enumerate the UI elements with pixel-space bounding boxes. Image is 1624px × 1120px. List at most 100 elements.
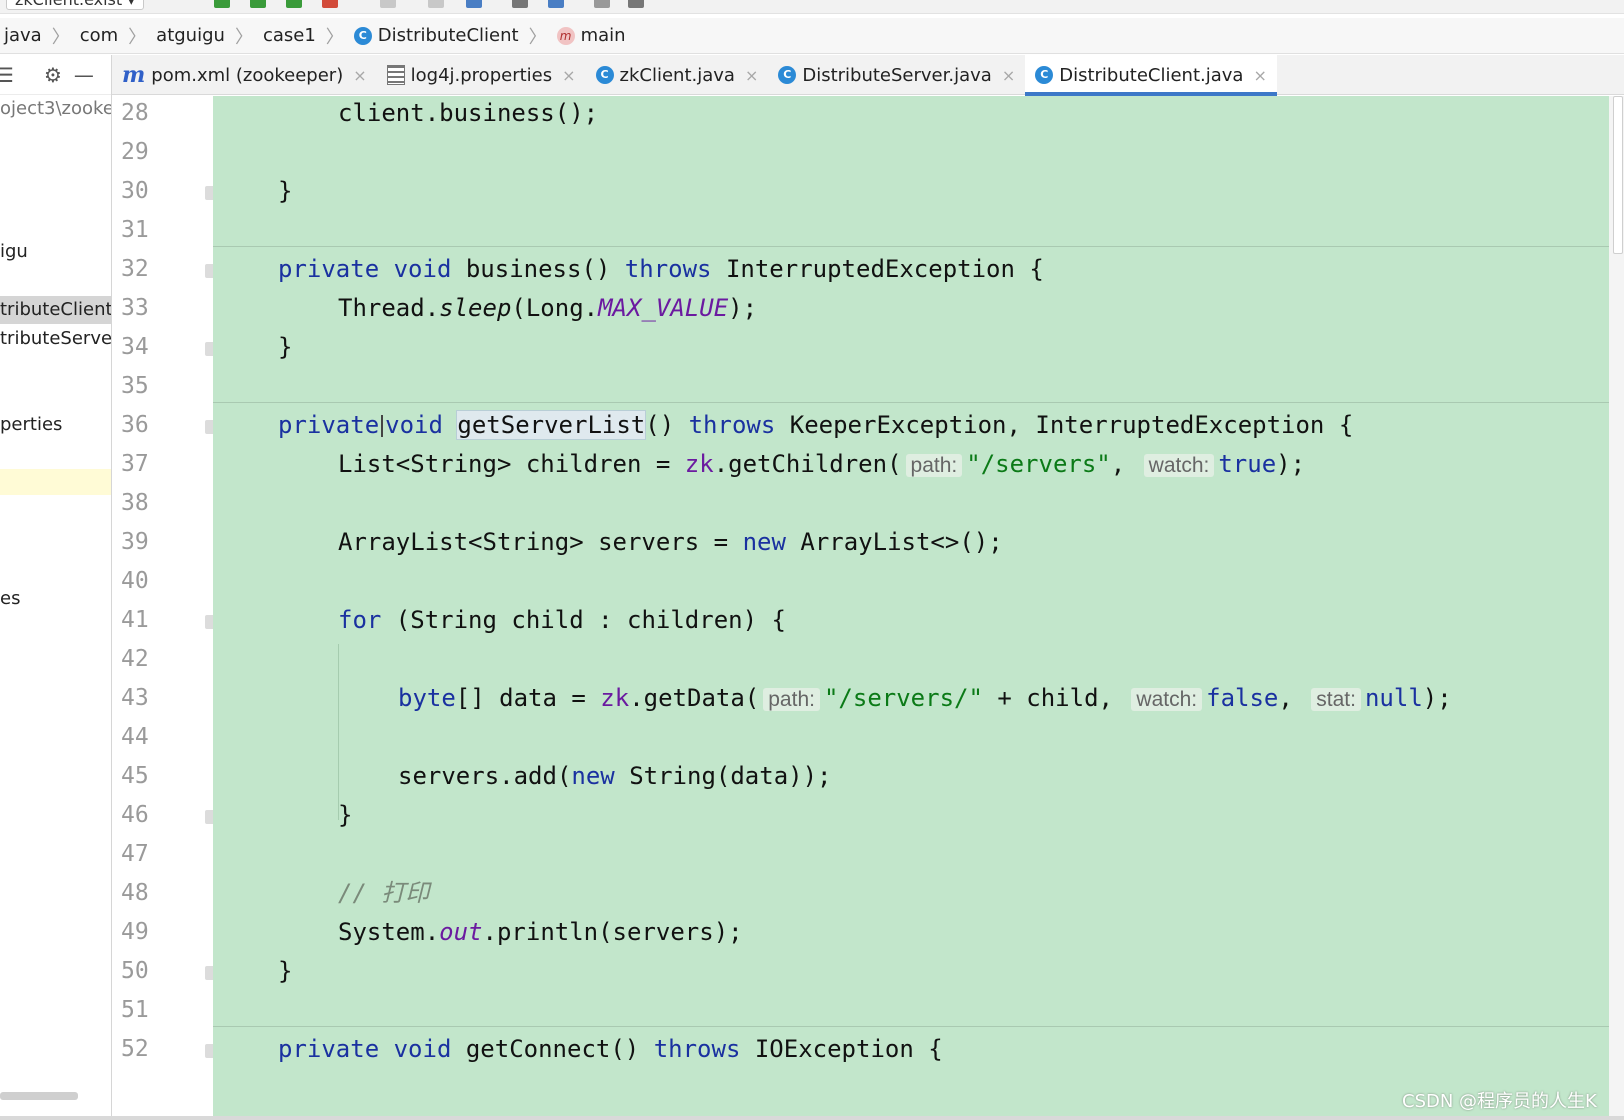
keyword-token: throws [688,411,776,439]
run-configuration-selector[interactable]: zkClient.exist ▾ [6,0,145,10]
tab-pom-xml[interactable]: m pom.xml (zookeeper) × [112,55,377,95]
code-line-50[interactable]: } [278,956,292,986]
code-line-34[interactable]: } [278,332,292,362]
breadcrumb-case1[interactable]: case1 [259,25,320,46]
tree-item-label: tributeClient [0,299,112,320]
breadcrumb-com[interactable]: com [76,25,122,46]
terminal-icon[interactable] [594,0,610,8]
coverage-icon[interactable] [286,0,302,8]
profile-icon[interactable] [322,0,338,8]
comment-token: // 打印 [338,879,430,907]
code-line-30[interactable]: } [278,176,292,206]
tab-label: zkClient.java [619,64,735,86]
tree-item-distributeclient[interactable]: tributeClient [0,296,112,324]
code-line-28[interactable]: client.business(); [338,98,598,128]
code-token: } [278,957,293,985]
collapse-all-icon[interactable]: ☰ [0,63,14,87]
code-line-37[interactable]: List<String> children = zk.getChildren(p… [338,449,1305,479]
indent-guide [338,644,339,820]
keyword-token: false [1206,684,1279,712]
code-line-49[interactable]: System.out.println(servers); [338,917,743,947]
line-number: 32 [121,256,149,282]
search-icon[interactable] [628,0,644,8]
breadcrumb-java[interactable]: java [0,25,46,46]
line-number: 28 [121,100,149,126]
tab-log4j-properties[interactable]: log4j.properties × [377,55,586,95]
code-line-33[interactable]: Thread.sleep(Long.MAX_VALUE); [338,293,757,323]
method-separator [213,402,1609,403]
tree-item-distributeserver[interactable]: tributeServer [0,325,111,353]
update-icon[interactable] [466,0,482,8]
code-token: .getChildren( [713,450,902,478]
line-number: 30 [121,178,149,204]
breadcrumb-main[interactable]: m main [553,25,630,46]
editor-tab-bar: m pom.xml (zookeeper) × log4j.properties… [112,55,1624,96]
code-token: List<String> children = [338,450,685,478]
tab-label: pom.xml (zookeeper) [151,64,344,86]
tab-zkclient-java[interactable]: C zkClient.java × [586,55,769,95]
tab-distributeclient-java[interactable]: C DistributeClient.java × [1025,55,1277,96]
keyword-token: void [393,1035,452,1063]
close-icon[interactable]: × [562,66,575,85]
project-panel-toolbar: ☰ ⚙ — [0,55,111,95]
close-icon[interactable]: × [1002,66,1015,85]
tree-item-resources[interactable]: es [0,585,20,613]
code-line-46[interactable]: } [338,800,352,830]
line-number: 38 [121,490,149,516]
code-editor[interactable]: client.business(); } private void busine… [213,96,1609,1120]
constant-token: MAX_VALUE [598,294,729,322]
parameter-hint: stat: [1311,688,1361,711]
line-number-gutter[interactable]: 28 29 30 31 32 33 34 35 36 37 38 39 40 4… [113,96,219,1120]
vertical-scrollbar[interactable] [1609,96,1624,1120]
tree-item-properties[interactable]: perties [0,411,62,439]
code-token: servers.add( [398,762,572,790]
keyword-token: null [1364,684,1423,712]
code-line-52[interactable]: private void getConnect() throws IOExcep… [278,1034,943,1064]
code-line-36[interactable]: private void getServerList() throws Keepe… [278,410,1353,440]
tree-item-project-root[interactable]: oject3\zookeeper [0,95,112,123]
settings-wrench-icon[interactable] [512,0,528,8]
parameter-hint: watch: [1143,454,1215,477]
code-line-48[interactable]: // 打印 [338,878,429,908]
code-token: , [1278,684,1308,712]
line-number: 41 [121,607,149,633]
tab-distributeserver-java[interactable]: C DistributeServer.java × [768,55,1025,95]
code-line-45[interactable]: servers.add(new String(data)); [398,761,832,791]
class-icon: C [595,66,614,84]
gear-icon[interactable]: ⚙ [44,63,62,87]
tree-item-atguigu[interactable]: igu [0,238,28,266]
line-number: 36 [121,412,149,438]
chevron-right-icon: 〉 [234,26,253,48]
line-number: 44 [121,724,149,750]
close-icon[interactable]: × [353,66,366,85]
stop-icon[interactable] [380,0,396,8]
project-structure-icon[interactable] [548,0,564,8]
code-line-41[interactable]: for (String child : children) { [338,605,786,635]
close-icon[interactable]: × [745,66,758,85]
horizontal-scrollbar[interactable] [0,1092,78,1100]
run-icon[interactable] [214,0,230,8]
code-line-43[interactable]: byte[] data = zk.getData(path: "/servers/… [398,683,1452,713]
code-token: } [338,801,353,829]
minimize-icon[interactable]: — [74,63,94,87]
debug-icon[interactable] [250,0,266,8]
code-line-39[interactable]: ArrayList<String> servers = new ArrayLis… [338,527,1003,557]
code-line-32[interactable]: private void business() throws Interrupt… [278,254,1044,284]
line-number: 40 [121,568,149,594]
code-token: Thread. [338,294,440,322]
text-cursor [381,415,384,437]
tree-item-label: oject3\zookeeper [0,98,112,119]
keyword-token: true [1218,450,1277,478]
scrollbar-thumb[interactable] [1613,96,1623,254]
breadcrumb-atguigu[interactable]: atguigu [152,25,229,46]
build-icon[interactable] [428,0,444,8]
tab-label: DistributeClient.java [1059,64,1244,86]
parameter-hint: path: [905,454,963,477]
breadcrumb-distributeclient[interactable]: C DistributeClient [350,25,523,46]
breadcrumb-label: DistributeClient [377,25,519,46]
code-token: client.business(); [338,99,599,127]
method-separator [213,1026,1609,1027]
close-icon[interactable]: × [1253,66,1266,85]
